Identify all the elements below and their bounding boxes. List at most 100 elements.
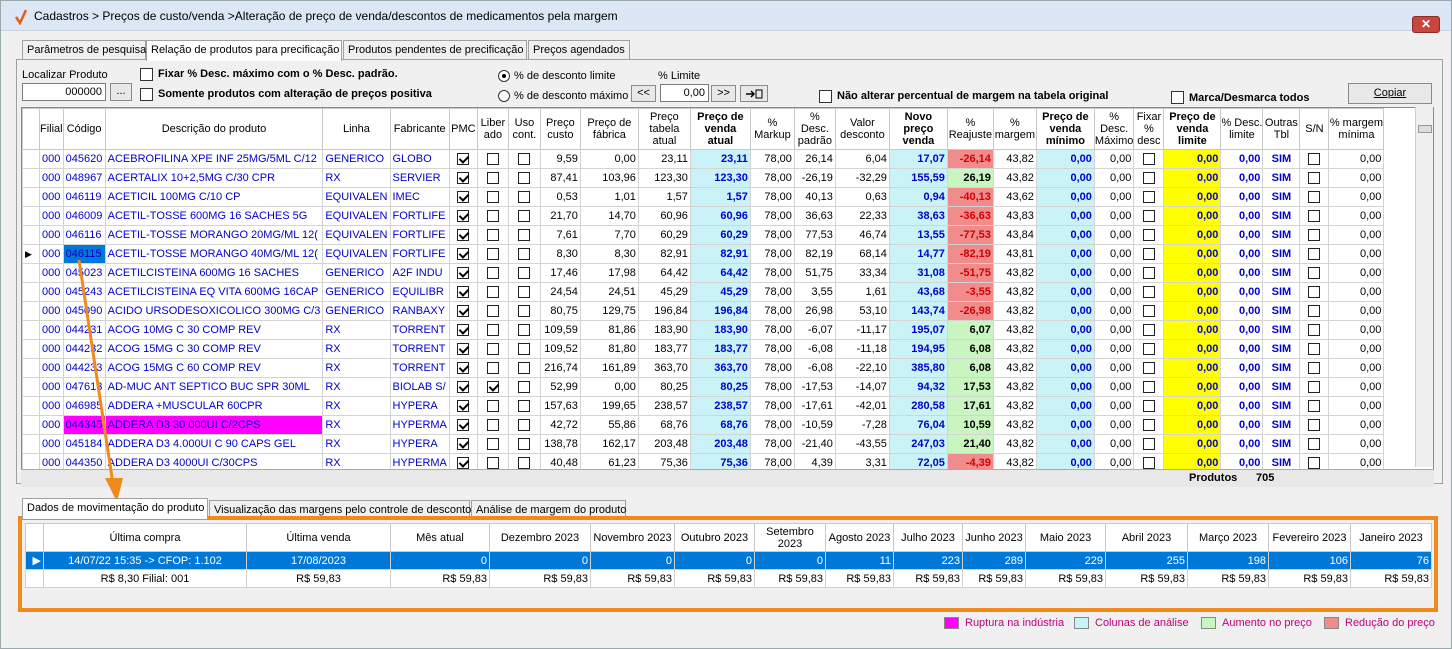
col-header[interactable]: Valor desconto [834,108,890,150]
table-cell[interactable] [448,377,478,397]
checkbox[interactable] [1142,305,1155,318]
table-cell[interactable] [1133,225,1165,245]
checkbox[interactable] [518,457,531,470]
table-cell[interactable] [507,149,541,169]
checkbox[interactable] [518,305,531,318]
checkbox[interactable] [457,229,470,242]
checkbox[interactable] [1308,381,1321,394]
only-positive-checkbox[interactable] [140,88,153,101]
table-cell[interactable] [507,434,541,454]
checkbox[interactable] [1142,229,1155,242]
table-cell[interactable] [1133,263,1165,283]
col-header[interactable]: PMC [448,108,478,150]
checkbox[interactable] [1142,267,1155,280]
col-header[interactable]: Filial [39,108,64,150]
table-cell[interactable] [507,301,541,321]
col-header[interactable]: Preço de venda limite [1163,108,1222,150]
checkbox[interactable] [1308,400,1321,413]
col-header[interactable]: Março 2023 [1187,523,1269,552]
col-header[interactable]: Última venda [246,523,391,552]
checkbox[interactable] [1142,419,1155,432]
table-cell[interactable] [507,396,541,416]
apply-arrow-button[interactable] [740,85,768,102]
col-header[interactable]: S/N [1299,108,1330,150]
table-cell[interactable] [1133,396,1165,416]
checkbox[interactable] [1142,324,1155,337]
checkbox[interactable] [486,362,499,375]
table-cell[interactable] [476,377,509,397]
checkbox[interactable] [457,305,470,318]
table-row[interactable]: 000 046009 ACETIL-TOSSE 600MG 16 SACHES 5G… [22,206,1385,226]
checkbox[interactable] [1308,343,1321,356]
table-cell[interactable] [1299,282,1330,302]
col-header[interactable]: Fixar % desc [1133,108,1165,150]
table-cell[interactable] [507,320,541,340]
col-header[interactable]: Dezembro 2023 [489,523,591,552]
col-header[interactable]: Junho 2023 [962,523,1026,552]
checkbox[interactable] [1308,267,1321,280]
table-cell[interactable] [1299,358,1330,378]
col-header[interactable]: Linha [322,108,391,150]
checkbox[interactable] [1142,362,1155,375]
checkbox[interactable] [518,438,531,451]
checkbox[interactable] [518,400,531,413]
table-cell[interactable] [476,168,509,188]
movement-row-prices[interactable]: R$ 8,30 Filial: 001 R$ 59,83 R$ 59,83 R$ 59… [25,569,1432,588]
checkbox[interactable] [457,286,470,299]
checkbox[interactable] [486,457,499,470]
checkbox[interactable] [1308,153,1321,166]
col-header[interactable]: Mês atual [390,523,490,552]
table-cell[interactable] [507,339,541,359]
table-cell[interactable]: 046009 [62,206,106,226]
table-cell[interactable] [476,187,509,207]
checkbox[interactable] [457,457,470,470]
table-cell[interactable] [476,149,509,169]
checkbox[interactable] [486,381,499,394]
checkbox[interactable] [518,248,531,261]
checkbox[interactable] [518,229,531,242]
col-header[interactable]: Abril 2023 [1105,523,1188,552]
checkbox[interactable] [1308,438,1321,451]
table-cell[interactable] [1299,263,1330,283]
checkbox[interactable] [518,381,531,394]
table-cell[interactable]: 046119 [62,187,106,207]
checkbox[interactable] [1142,381,1155,394]
checkbox[interactable] [486,286,499,299]
table-cell[interactable] [1299,225,1330,245]
checkbox[interactable] [457,400,470,413]
tab-parametros[interactable]: Parâmetros de pesquisa [22,40,146,60]
table-cell[interactable] [507,187,541,207]
table-cell[interactable]: 046116 [62,225,106,245]
table-cell[interactable] [476,282,509,302]
copy-button[interactable]: Copiar [1348,83,1432,104]
table-cell[interactable] [507,282,541,302]
checkbox[interactable] [457,362,470,375]
table-cell[interactable] [448,149,478,169]
checkbox[interactable] [1142,438,1155,451]
col-header[interactable]: Preço de venda mínimo [1035,108,1095,150]
col-header[interactable]: Uso cont. [507,108,541,150]
checkbox[interactable] [1308,172,1321,185]
col-header[interactable]: % Desc. Máximo [1093,108,1135,150]
table-cell[interactable] [1299,396,1330,416]
checkbox[interactable] [457,210,470,223]
table-cell[interactable] [1299,168,1330,188]
col-header[interactable]: Outubro 2023 [674,523,755,552]
prev-button[interactable]: << [631,85,656,102]
checkbox[interactable] [518,267,531,280]
table-cell[interactable] [1133,282,1165,302]
checkbox[interactable] [457,153,470,166]
checkbox[interactable] [518,191,531,204]
checkbox[interactable] [1308,210,1321,223]
col-header[interactable]: % Desc. padrão [793,108,836,150]
radio-desc-limite[interactable] [498,70,510,82]
table-cell[interactable] [1133,415,1165,435]
table-cell[interactable] [507,377,541,397]
table-cell[interactable] [476,244,509,264]
col-header[interactable]: Agosto 2023 [825,523,894,552]
tab-movimentacao[interactable]: Dados de movimentação do produto [22,498,208,519]
checkbox[interactable] [1142,172,1155,185]
vertical-scrollbar[interactable] [1415,107,1433,467]
table-row[interactable]: 000 044345 ADDERA D3 30 000UI C/2CPS RX HYPE… [22,415,1385,435]
table-cell[interactable] [476,301,509,321]
